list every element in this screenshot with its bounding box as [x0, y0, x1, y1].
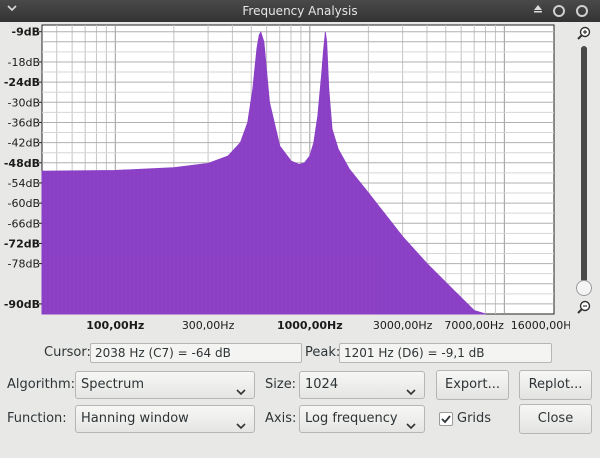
x-tick-label: 7000,00Hz	[444, 319, 504, 332]
close-window-icon[interactable]	[576, 5, 588, 17]
x-tick-label: 100,00Hz	[86, 319, 144, 332]
chevron-down-icon	[406, 381, 416, 396]
function-select[interactable]: Hanning window	[75, 405, 255, 433]
title-bar: Frequency Analysis	[0, 0, 600, 22]
y-tick-label: -30dB	[8, 96, 41, 109]
zoom-slider-track[interactable]	[581, 46, 587, 282]
algorithm-select[interactable]: Spectrum	[75, 371, 255, 399]
function-label: Function:	[7, 411, 67, 426]
x-tick-label: 16000,00Hz	[511, 319, 570, 332]
export-button[interactable]: Export...	[436, 370, 509, 400]
x-tick-label: 3000,00Hz	[373, 319, 433, 332]
x-tick-label: 1000,00Hz	[277, 319, 343, 332]
y-tick-label: -66dB	[8, 217, 41, 230]
y-tick-label: -42dB	[8, 137, 41, 150]
y-tick-label: -18dB	[8, 56, 41, 69]
y-axis: -9dB -18dB -24dB -30dB -36dB -42dB -48dB -54dB -…	[4, 26, 42, 311]
y-tick-label: -78dB	[8, 258, 41, 271]
peak-label: Peak:	[305, 345, 341, 360]
y-tick-label: -54dB	[8, 177, 41, 190]
zoom-slider-handle[interactable]	[576, 280, 592, 296]
cursor-readout: 2038 Hz (C7) = -64 dB	[90, 343, 302, 363]
y-tick-label: -9dB	[12, 26, 40, 39]
size-select[interactable]: 1024	[299, 371, 425, 399]
y-tick-label: -48dB	[4, 157, 40, 170]
zoom-out-icon[interactable]	[577, 300, 591, 314]
chevron-down-icon	[236, 381, 246, 396]
axis-label: Axis:	[265, 411, 297, 426]
close-button[interactable]: Close	[519, 404, 592, 434]
y-tick-label: -90dB	[4, 298, 40, 311]
minimize-icon[interactable]	[553, 5, 565, 17]
y-tick-label: -36dB	[8, 116, 41, 129]
zoom-in-icon[interactable]	[577, 26, 591, 40]
replot-button[interactable]: Replot...	[519, 370, 592, 400]
y-tick-label: -24dB	[4, 76, 40, 89]
grids-label: Grids	[457, 411, 492, 426]
axis-select[interactable]: Log frequency	[299, 405, 425, 433]
grids-checkbox[interactable]	[439, 412, 453, 426]
function-select-value: Hanning window	[81, 411, 189, 426]
algorithm-select-value: Spectrum	[81, 377, 144, 392]
spectrum-plot[interactable]: -9dB -18dB -24dB -30dB -36dB -42dB -48dB -54dB -…	[0, 22, 570, 338]
peak-readout: 1201 Hz (D6) = -9,1 dB	[339, 343, 552, 363]
x-tick-label: 300,00Hz	[182, 319, 235, 332]
size-label: Size:	[265, 377, 297, 392]
x-axis: 100,00Hz 300,00Hz 1000,00Hz 3000,00Hz 7000,0…	[86, 319, 570, 332]
checkmark-icon	[441, 415, 451, 424]
axis-select-value: Log frequency	[305, 411, 398, 426]
chevron-down-icon	[406, 415, 416, 430]
cursor-label: Cursor:	[44, 345, 91, 360]
window-title: Frequency Analysis	[242, 4, 358, 18]
size-select-value: 1024	[305, 377, 339, 392]
chevron-down-icon	[236, 415, 246, 430]
y-tick-label: -60dB	[8, 197, 41, 210]
triangle-up-icon[interactable]	[530, 2, 546, 18]
y-tick-label: -72dB	[4, 237, 40, 250]
algorithm-label: Algorithm:	[7, 377, 76, 392]
